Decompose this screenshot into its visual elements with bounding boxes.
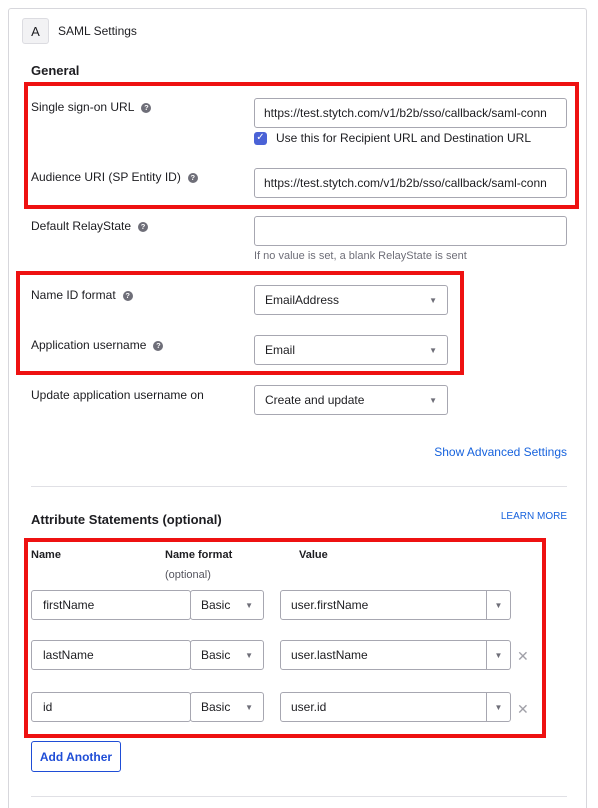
help-icon[interactable]: ?	[187, 172, 198, 183]
col-header-format-sub: (optional)	[165, 569, 211, 581]
attribute-statements-title: Attribute Statements (optional)	[31, 512, 222, 527]
col-header-name: Name	[31, 549, 61, 561]
help-icon[interactable]: ?	[122, 290, 133, 301]
remove-row-icon[interactable]: ✕	[517, 648, 529, 665]
step-badge: A	[22, 18, 49, 44]
chevron-down-icon[interactable]: ▼	[486, 641, 510, 669]
learn-more-link[interactable]: LEARN MORE	[501, 511, 567, 522]
update-username-label: Update application username on	[31, 388, 204, 402]
name-id-format-label: Name ID format?	[31, 288, 133, 302]
attribute-name-input[interactable]: firstName	[31, 590, 191, 620]
help-icon[interactable]: ?	[138, 221, 149, 232]
help-icon[interactable]: ?	[141, 102, 152, 113]
help-icon[interactable]: ?	[153, 340, 164, 351]
name-id-format-select[interactable]: EmailAddress ▼	[254, 285, 448, 315]
col-header-format: Name format	[165, 549, 233, 561]
attribute-value-combobox[interactable]: user.lastName ▼	[280, 640, 511, 670]
chevron-down-icon: ▼	[429, 395, 437, 405]
relay-state-hint: If no value is set, a blank RelayState i…	[254, 250, 467, 262]
chevron-down-icon: ▼	[429, 295, 437, 305]
attribute-value-combobox[interactable]: user.id ▼	[280, 692, 511, 722]
show-advanced-settings-link[interactable]: Show Advanced Settings	[434, 445, 567, 459]
sso-url-input[interactable]: https://test.stytch.com/v1/b2b/sso/callb…	[254, 98, 567, 128]
add-another-button[interactable]: Add Another	[31, 741, 121, 772]
relay-state-input[interactable]	[254, 216, 567, 246]
attribute-name-input[interactable]: lastName	[31, 640, 191, 670]
relay-state-label: Default RelayState?	[31, 219, 149, 233]
audience-uri-input[interactable]: https://test.stytch.com/v1/b2b/sso/callb…	[254, 168, 567, 198]
sso-url-label: Single sign-on URL?	[31, 100, 152, 114]
chevron-down-icon: ▼	[245, 600, 253, 610]
recipient-checkbox-row[interactable]: ✓ Use this for Recipient URL and Destina…	[254, 131, 531, 145]
attribute-name-input[interactable]: id	[31, 692, 191, 722]
update-username-select[interactable]: Create and update ▼	[254, 385, 448, 415]
attribute-format-select[interactable]: Basic ▼	[190, 590, 264, 620]
attribute-value-combobox[interactable]: user.firstName ▼	[280, 590, 511, 620]
audience-uri-label: Audience URI (SP Entity ID)?	[31, 170, 198, 184]
chevron-down-icon: ▼	[245, 650, 253, 660]
remove-row-icon[interactable]: ✕	[517, 701, 529, 718]
chevron-down-icon: ▼	[245, 702, 253, 712]
attribute-format-select[interactable]: Basic ▼	[190, 640, 264, 670]
divider	[31, 486, 567, 487]
app-username-label: Application username?	[31, 338, 164, 352]
general-section-title: General	[31, 63, 80, 78]
chevron-down-icon[interactable]: ▼	[486, 693, 510, 721]
divider	[31, 796, 567, 797]
step-title: SAML Settings	[58, 24, 137, 38]
chevron-down-icon: ▼	[429, 345, 437, 355]
app-username-select[interactable]: Email ▼	[254, 335, 448, 365]
check-icon[interactable]: ✓	[254, 131, 267, 145]
col-header-value: Value	[299, 549, 328, 561]
chevron-down-icon[interactable]: ▼	[486, 591, 510, 619]
recipient-checkbox-label: Use this for Recipient URL and Destinati…	[276, 131, 532, 145]
attribute-format-select[interactable]: Basic ▼	[190, 692, 264, 722]
